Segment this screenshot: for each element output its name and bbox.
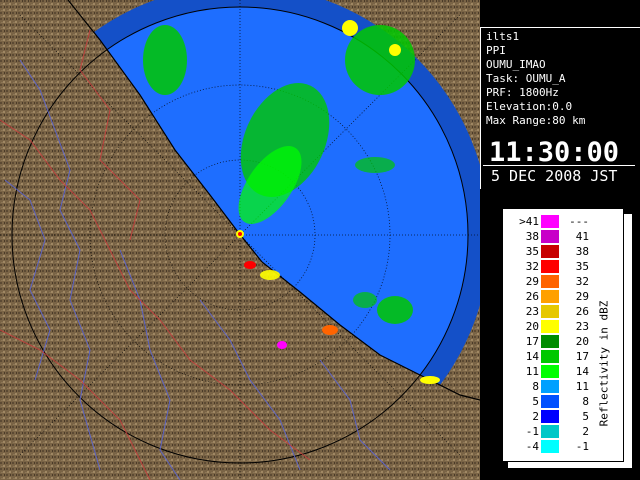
legend-row: 35 38	[503, 245, 593, 258]
legend-row: 26 29	[503, 290, 593, 303]
legend-upper-bound: 32	[575, 275, 589, 288]
legend-upper-bound: 29	[575, 290, 589, 303]
legend-row: 14 17	[503, 350, 593, 363]
info-radar-name: ilts1	[486, 30, 520, 43]
legend-swatch	[541, 275, 559, 288]
legend-swatch	[541, 260, 559, 273]
scan-time: 11:30:00	[489, 137, 620, 168]
reflectivity-legend: >41 --- 38 41 35 38 32 35 29 32 26 29 23 26 20 23 17 20 14…	[502, 208, 624, 462]
legend-swatch	[541, 215, 559, 228]
legend-row: 29 32	[503, 275, 593, 288]
legend-lower-bound: 5	[532, 395, 539, 408]
info-task: Task: OUMU_A	[486, 72, 566, 85]
legend-swatch	[541, 230, 559, 243]
legend-row: 20 23	[503, 320, 593, 333]
echo-coast-5	[244, 261, 256, 269]
info-elevation: Elevation:0.0	[486, 100, 573, 113]
legend-row: 38 41	[503, 230, 593, 243]
legend-row: 8 11	[503, 380, 593, 393]
echo-ne	[345, 25, 415, 95]
legend-upper-bound: 8	[582, 395, 589, 408]
legend-upper-bound: 2	[582, 425, 589, 438]
echo-n1	[143, 25, 187, 95]
legend-lower-bound: 35	[525, 245, 539, 258]
legend-row: 58	[503, 395, 593, 408]
legend-lower-bound: -1	[525, 425, 539, 438]
legend-lower-bound: 14	[525, 350, 539, 363]
legend-swatch	[541, 425, 559, 438]
legend-upper-bound: 38	[575, 245, 589, 258]
legend-lower-bound: 17	[525, 335, 539, 348]
legend-row: 23 26	[503, 305, 593, 318]
info-panel: ilts1 PPI OUMU_IMAO Task: OUMU_A PRF: 18…	[480, 27, 640, 189]
legend-upper-bound: 41	[575, 230, 589, 243]
legend-row: -4 -1	[503, 440, 593, 453]
legend-upper-bound: 14	[575, 365, 589, 378]
legend-upper-bound: 20	[575, 335, 589, 348]
legend-lower-bound: 11	[525, 365, 539, 378]
echo-ne-2	[342, 20, 358, 36]
echo-se	[377, 296, 413, 324]
legend-upper-bound: 23	[575, 320, 589, 333]
legend-lower-bound: 2	[532, 410, 539, 423]
legend-lower-bound: 23	[525, 305, 539, 318]
legend-upper-bound: ---	[569, 215, 589, 228]
scan-date: 5 DEC 2008 JST	[483, 165, 635, 187]
legend-lower-bound: >41	[519, 215, 539, 228]
legend-row: 25	[503, 410, 593, 423]
info-max-range: Max Range:80 km	[486, 114, 586, 127]
info-prf: PRF: 1800Hz	[486, 86, 559, 99]
legend-lower-bound: 26	[525, 290, 539, 303]
legend-row: >41 ---	[503, 215, 593, 228]
legend-upper-bound: 5	[582, 410, 589, 423]
legend-swatch	[541, 305, 559, 318]
info-product: PPI	[486, 44, 506, 57]
echo-coast-1	[260, 270, 280, 280]
legend-lower-bound: 29	[525, 275, 539, 288]
legend-upper-bound: 11	[575, 380, 589, 393]
legend-row: -1 2	[503, 425, 593, 438]
echo-ne-core	[389, 44, 401, 56]
legend-swatch	[541, 380, 559, 393]
legend-swatch	[541, 320, 559, 333]
legend-upper-bound: 26	[575, 305, 589, 318]
legend-upper-bound: 35	[575, 260, 589, 273]
legend-lower-bound: 38	[525, 230, 539, 243]
legend-swatch	[541, 410, 559, 423]
legend-swatch	[541, 335, 559, 348]
legend-upper-bound: 17	[575, 350, 589, 363]
legend-row: 11 14	[503, 365, 593, 378]
legend-swatch	[541, 440, 559, 453]
legend-row: 17 20	[503, 335, 593, 348]
legend-swatch	[541, 350, 559, 363]
echo-coast-3	[277, 341, 287, 349]
info-site: OUMU_IMAO	[486, 58, 546, 71]
echo-coast-4	[420, 376, 440, 384]
legend-lower-bound: 32	[525, 260, 539, 273]
legend-lower-bound: 8	[532, 380, 539, 393]
legend-row: 32 35	[503, 260, 593, 273]
legend-swatch	[541, 365, 559, 378]
legend-lower-bound: -4	[525, 440, 539, 453]
legend-title-box: Reflectivity in dBZ	[595, 269, 615, 459]
radar-ppi-map	[0, 0, 480, 480]
legend-title: Reflectivity in dBZ	[597, 300, 611, 427]
legend-lower-bound: 20	[525, 320, 539, 333]
legend-swatch	[541, 395, 559, 408]
echo-core-red	[238, 232, 242, 236]
echo-coast-2	[322, 325, 338, 335]
legend-upper-bound: -1	[575, 440, 589, 453]
echo-s	[353, 292, 377, 308]
legend-swatch	[541, 290, 559, 303]
legend-swatch	[541, 245, 559, 258]
echo-e	[355, 157, 395, 173]
